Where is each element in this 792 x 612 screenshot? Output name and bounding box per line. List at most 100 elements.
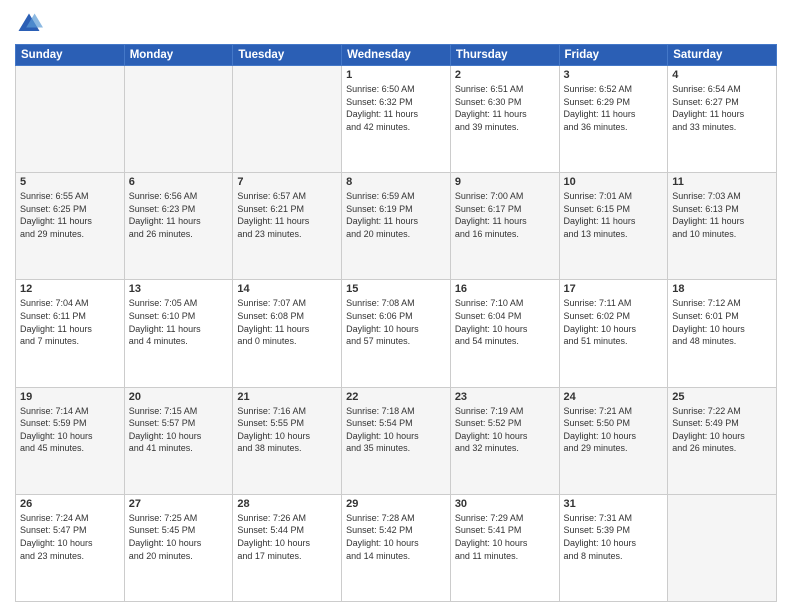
day-number: 13: [129, 283, 229, 295]
day-info: Sunrise: 7:21 AM Sunset: 5:50 PM Dayligh…: [564, 405, 664, 455]
calendar-cell: 14 Sunrise: 7:07 AM Sunset: 6:08 PM Dayli…: [233, 280, 342, 387]
calendar-cell: 24 Sunrise: 7:21 AM Sunset: 5:50 PM Dayli…: [559, 387, 668, 494]
day-info: Sunrise: 7:11 AM Sunset: 6:02 PM Dayligh…: [564, 297, 664, 347]
day-number: 15: [346, 283, 446, 295]
calendar-week-2: 5 Sunrise: 6:55 AM Sunset: 6:25 PM Daylig…: [16, 173, 777, 280]
day-number: 11: [672, 176, 772, 188]
day-number: 25: [672, 391, 772, 403]
calendar-cell: 11 Sunrise: 7:03 AM Sunset: 6:13 PM Dayli…: [668, 173, 777, 280]
day-number: 31: [564, 498, 664, 510]
calendar-header-row: SundayMondayTuesdayWednesdayThursdayFrid…: [16, 45, 777, 66]
day-number: 14: [237, 283, 337, 295]
day-number: 17: [564, 283, 664, 295]
day-info: Sunrise: 6:56 AM Sunset: 6:23 PM Dayligh…: [129, 190, 229, 240]
day-number: 20: [129, 391, 229, 403]
calendar-cell: 5 Sunrise: 6:55 AM Sunset: 6:25 PM Daylig…: [16, 173, 125, 280]
day-number: 5: [20, 176, 120, 188]
day-number: 2: [455, 69, 555, 81]
calendar-cell: 3Sunrise: 6:52 AM Sunset: 6:29 PM Daylig…: [559, 66, 668, 173]
calendar-cell: 19Sunrise: 7:14 AM Sunset: 5:59 PM Dayli…: [16, 387, 125, 494]
day-info: Sunrise: 7:05 AM Sunset: 6:10 PM Dayligh…: [129, 297, 229, 347]
day-number: 26: [20, 498, 120, 510]
day-number: 21: [237, 391, 337, 403]
calendar-cell: 29 Sunrise: 7:28 AM Sunset: 5:42 PM Dayli…: [342, 494, 451, 601]
calendar-cell: 22 Sunrise: 7:18 AM Sunset: 5:54 PM Dayli…: [342, 387, 451, 494]
calendar-week-3: 12 Sunrise: 7:04 AM Sunset: 6:11 PM Dayli…: [16, 280, 777, 387]
calendar-cell: 31 Sunrise: 7:31 AM Sunset: 5:39 PM Dayli…: [559, 494, 668, 601]
day-number: 12: [20, 283, 120, 295]
day-info: Sunrise: 6:50 AM Sunset: 6:32 PM Dayligh…: [346, 83, 446, 133]
calendar-cell: 8Sunrise: 6:59 AM Sunset: 6:19 PM Daylig…: [342, 173, 451, 280]
day-info: Sunrise: 7:16 AM Sunset: 5:55 PM Dayligh…: [237, 405, 337, 455]
day-number: 1: [346, 69, 446, 81]
calendar-cell: 20Sunrise: 7:15 AM Sunset: 5:57 PM Dayli…: [124, 387, 233, 494]
day-info: Sunrise: 6:59 AM Sunset: 6:19 PM Dayligh…: [346, 190, 446, 240]
calendar-week-1: 1 Sunrise: 6:50 AM Sunset: 6:32 PM Daylig…: [16, 66, 777, 173]
day-number: 27: [129, 498, 229, 510]
day-number: 7: [237, 176, 337, 188]
calendar-week-5: 26 Sunrise: 7:24 AM Sunset: 5:47 PM Dayli…: [16, 494, 777, 601]
day-number: 24: [564, 391, 664, 403]
day-info: Sunrise: 7:03 AM Sunset: 6:13 PM Dayligh…: [672, 190, 772, 240]
calendar-cell: [668, 494, 777, 601]
calendar-cell: 15 Sunrise: 7:08 AM Sunset: 6:06 PM Dayli…: [342, 280, 451, 387]
col-header-friday: Friday: [559, 45, 668, 66]
logo-icon: [15, 10, 43, 38]
calendar-cell: 21 Sunrise: 7:16 AM Sunset: 5:55 PM Dayli…: [233, 387, 342, 494]
col-header-sunday: Sunday: [16, 45, 125, 66]
calendar-cell: 12 Sunrise: 7:04 AM Sunset: 6:11 PM Dayli…: [16, 280, 125, 387]
day-info: Sunrise: 7:22 AM Sunset: 5:49 PM Dayligh…: [672, 405, 772, 455]
day-number: 10: [564, 176, 664, 188]
calendar-cell: 6 Sunrise: 6:56 AM Sunset: 6:23 PM Daylig…: [124, 173, 233, 280]
calendar-cell: 1 Sunrise: 6:50 AM Sunset: 6:32 PM Daylig…: [342, 66, 451, 173]
day-info: Sunrise: 7:25 AM Sunset: 5:45 PM Dayligh…: [129, 512, 229, 562]
day-number: 22: [346, 391, 446, 403]
calendar-cell: 17 Sunrise: 7:11 AM Sunset: 6:02 PM Dayli…: [559, 280, 668, 387]
day-info: Sunrise: 6:51 AM Sunset: 6:30 PM Dayligh…: [455, 83, 555, 133]
day-info: Sunrise: 7:08 AM Sunset: 6:06 PM Dayligh…: [346, 297, 446, 347]
day-info: Sunrise: 7:26 AM Sunset: 5:44 PM Dayligh…: [237, 512, 337, 562]
col-header-monday: Monday: [124, 45, 233, 66]
day-info: Sunrise: 7:00 AM Sunset: 6:17 PM Dayligh…: [455, 190, 555, 240]
day-info: Sunrise: 7:01 AM Sunset: 6:15 PM Dayligh…: [564, 190, 664, 240]
calendar-cell: 9Sunrise: 7:00 AM Sunset: 6:17 PM Daylig…: [450, 173, 559, 280]
calendar-table: SundayMondayTuesdayWednesdayThursdayFrid…: [15, 44, 777, 602]
day-info: Sunrise: 7:04 AM Sunset: 6:11 PM Dayligh…: [20, 297, 120, 347]
day-info: Sunrise: 6:54 AM Sunset: 6:27 PM Dayligh…: [672, 83, 772, 133]
calendar-cell: 2 Sunrise: 6:51 AM Sunset: 6:30 PM Daylig…: [450, 66, 559, 173]
day-info: Sunrise: 7:29 AM Sunset: 5:41 PM Dayligh…: [455, 512, 555, 562]
col-header-saturday: Saturday: [668, 45, 777, 66]
day-info: Sunrise: 7:24 AM Sunset: 5:47 PM Dayligh…: [20, 512, 120, 562]
calendar-cell: 7 Sunrise: 6:57 AM Sunset: 6:21 PM Daylig…: [233, 173, 342, 280]
calendar-cell: [124, 66, 233, 173]
day-number: 16: [455, 283, 555, 295]
calendar-week-4: 19Sunrise: 7:14 AM Sunset: 5:59 PM Dayli…: [16, 387, 777, 494]
col-header-wednesday: Wednesday: [342, 45, 451, 66]
col-header-tuesday: Tuesday: [233, 45, 342, 66]
calendar-cell: 30 Sunrise: 7:29 AM Sunset: 5:41 PM Dayli…: [450, 494, 559, 601]
page: SundayMondayTuesdayWednesdayThursdayFrid…: [0, 0, 792, 612]
day-number: 6: [129, 176, 229, 188]
day-info: Sunrise: 7:14 AM Sunset: 5:59 PM Dayligh…: [20, 405, 120, 455]
day-info: Sunrise: 7:07 AM Sunset: 6:08 PM Dayligh…: [237, 297, 337, 347]
calendar-cell: 27 Sunrise: 7:25 AM Sunset: 5:45 PM Dayli…: [124, 494, 233, 601]
calendar-cell: 4 Sunrise: 6:54 AM Sunset: 6:27 PM Daylig…: [668, 66, 777, 173]
day-info: Sunrise: 6:55 AM Sunset: 6:25 PM Dayligh…: [20, 190, 120, 240]
day-number: 4: [672, 69, 772, 81]
day-info: Sunrise: 7:28 AM Sunset: 5:42 PM Dayligh…: [346, 512, 446, 562]
header: [15, 10, 777, 38]
day-info: Sunrise: 7:19 AM Sunset: 5:52 PM Dayligh…: [455, 405, 555, 455]
day-info: Sunrise: 7:12 AM Sunset: 6:01 PM Dayligh…: [672, 297, 772, 347]
day-number: 30: [455, 498, 555, 510]
day-number: 29: [346, 498, 446, 510]
calendar-cell: 10 Sunrise: 7:01 AM Sunset: 6:15 PM Dayli…: [559, 173, 668, 280]
calendar-cell: 23Sunrise: 7:19 AM Sunset: 5:52 PM Dayli…: [450, 387, 559, 494]
day-info: Sunrise: 7:10 AM Sunset: 6:04 PM Dayligh…: [455, 297, 555, 347]
day-info: Sunrise: 7:31 AM Sunset: 5:39 PM Dayligh…: [564, 512, 664, 562]
calendar-cell: 25 Sunrise: 7:22 AM Sunset: 5:49 PM Dayli…: [668, 387, 777, 494]
day-number: 3: [564, 69, 664, 81]
day-number: 28: [237, 498, 337, 510]
calendar-cell: 16 Sunrise: 7:10 AM Sunset: 6:04 PM Dayli…: [450, 280, 559, 387]
day-info: Sunrise: 7:18 AM Sunset: 5:54 PM Dayligh…: [346, 405, 446, 455]
day-info: Sunrise: 6:57 AM Sunset: 6:21 PM Dayligh…: [237, 190, 337, 240]
